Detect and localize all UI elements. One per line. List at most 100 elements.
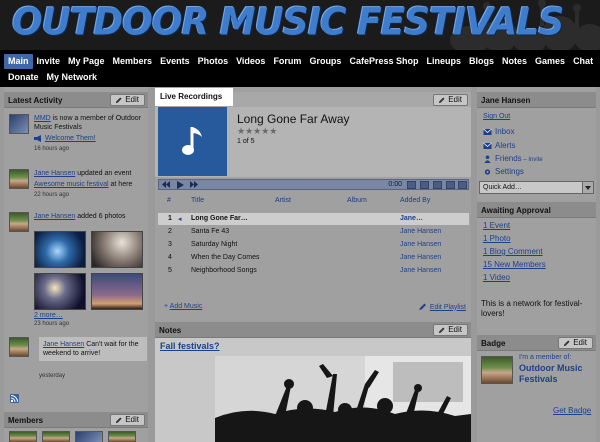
more-photos-link[interactable]: 2 more… — [34, 312, 63, 319]
members-edit-button[interactable]: Edit — [110, 414, 145, 426]
track-added-by[interactable]: Jane Hansen — [400, 267, 441, 274]
nav-item-forum[interactable]: Forum — [269, 54, 305, 69]
alerts-link[interactable]: Alerts — [495, 141, 515, 150]
edit-label: Edit — [125, 415, 139, 424]
volume-up-icon[interactable] — [420, 181, 429, 189]
photo-thumbnail[interactable] — [91, 273, 143, 310]
latest-activity-edit-button[interactable]: Edit — [110, 94, 145, 106]
play-icon[interactable] — [176, 180, 184, 189]
badge-title: Badge — [481, 339, 506, 348]
member-avatar[interactable] — [9, 431, 37, 442]
event-suffix: at here — [108, 181, 133, 188]
nav-item-groups[interactable]: Groups — [305, 54, 345, 69]
player-controls: 0:00 — [158, 179, 469, 190]
activity-actor-link[interactable]: Jane Hansen — [34, 170, 75, 177]
nav-item-main[interactable]: Main — [4, 54, 33, 69]
nav-item-lineups[interactable]: Lineups — [422, 54, 465, 69]
track-added-by[interactable]: Jane Hansen — [400, 254, 441, 261]
sign-out-link[interactable]: Sign Out — [483, 113, 510, 120]
activity-actor-link[interactable]: MMD — [34, 115, 51, 122]
approval-blog-comment-link[interactable]: 1 Blog Comment — [483, 247, 543, 256]
photo-thumbnail[interactable] — [91, 231, 143, 268]
chevron-down-icon — [582, 182, 593, 193]
activity-description: is now a member of Outdoor Music Festiva… — [34, 115, 141, 131]
inbox-link[interactable]: Inbox — [495, 127, 515, 136]
activity-actor-link[interactable]: Jane Hansen — [34, 213, 75, 220]
volume-down-icon[interactable] — [407, 181, 416, 189]
track-title: Long Gone Far… — [191, 215, 248, 222]
settings-link[interactable]: Settings — [495, 167, 524, 176]
track-added-by[interactable]: Jane… — [400, 215, 423, 222]
activity-actor-link[interactable]: Jane Hansen — [43, 341, 84, 348]
nav-item-cafepress-shop[interactable]: CafePress Shop — [345, 54, 422, 69]
next-track-icon[interactable] — [190, 181, 198, 189]
col-artist[interactable]: Artist — [275, 197, 291, 204]
nav-item-videos[interactable]: Videos — [232, 54, 269, 69]
nav-item-blogs[interactable]: Blogs — [465, 54, 498, 69]
nav-item-invite[interactable]: Invite — [33, 54, 65, 69]
playlist-row[interactable]: 1 ◂ Long Gone Far… Jane… — [158, 213, 469, 225]
avatar[interactable] — [9, 114, 29, 134]
photo-grid — [34, 231, 146, 310]
rating-stars[interactable]: ★★★★★ — [237, 126, 277, 137]
quick-add-select[interactable]: Quick Add… — [479, 181, 594, 194]
avatar[interactable] — [9, 169, 29, 189]
nav-item-donate[interactable]: Donate — [4, 70, 43, 85]
col-number[interactable]: # — [167, 197, 171, 204]
nav-item-my-page[interactable]: My Page — [64, 54, 109, 69]
playlist-row[interactable]: 3 Saturday Night Jane Hansen — [158, 239, 469, 251]
edit-label: Edit — [125, 95, 139, 104]
playlist-row[interactable]: 2 Santa Fe 43 Jane Hansen — [158, 226, 469, 238]
photo-thumbnail[interactable] — [34, 273, 86, 310]
speaker-icon: ◂ — [178, 216, 182, 223]
approval-photo-link[interactable]: 1 Photo — [483, 234, 511, 243]
network-badge[interactable]: I'm a member of: Outdoor Music Festivals — [481, 354, 593, 394]
friends-link[interactable]: Friends — [495, 154, 522, 163]
notes-edit-button[interactable]: Edit — [433, 324, 468, 336]
member-avatar[interactable] — [42, 431, 70, 442]
avatar[interactable] — [9, 337, 29, 357]
track-added-by[interactable]: Jane Hansen — [400, 228, 441, 235]
main-nav: Main Invite My Page Members Events Photo… — [0, 50, 600, 87]
approval-events-link[interactable]: 1 Event — [483, 221, 510, 230]
share-icon[interactable] — [433, 181, 442, 189]
left-column: Latest Activity Edit MMD is now a member… — [4, 87, 148, 442]
approval-members-link[interactable]: 15 New Members — [483, 260, 546, 269]
track-added-by[interactable]: Jane Hansen — [400, 241, 441, 248]
fullscreen-icon[interactable] — [458, 181, 467, 189]
live-recordings-tab[interactable]: Live Recordings — [155, 88, 233, 106]
friends-invite-link[interactable]: – Invite — [522, 157, 542, 163]
approval-video-link[interactable]: 1 Video — [483, 273, 510, 282]
music-player-edit-button[interactable]: Edit — [433, 94, 468, 106]
note-title-link[interactable]: Fall festivals? — [160, 341, 220, 351]
nav-row-primary: Main Invite My Page Members Events Photo… — [4, 54, 597, 69]
playlist-row[interactable]: 5 Neighborhood Songs Jane Hansen — [158, 265, 469, 277]
popout-icon[interactable] — [446, 181, 455, 189]
nav-item-events[interactable]: Events — [156, 54, 194, 69]
rss-icon[interactable] — [10, 394, 19, 403]
col-added-by[interactable]: Added By — [400, 197, 430, 204]
member-avatar[interactable] — [108, 431, 136, 442]
avatar[interactable] — [9, 212, 29, 232]
pencil-icon — [439, 96, 445, 103]
add-music-link[interactable]: + Add Music — [164, 303, 202, 310]
col-title[interactable]: Title — [191, 197, 204, 204]
nav-item-games[interactable]: Games — [531, 54, 569, 69]
nav-item-my-network[interactable]: My Network — [43, 70, 102, 85]
event-link[interactable]: Awesome music festival — [34, 181, 109, 188]
playlist-row[interactable]: 4 When the Day Comes Jane Hansen — [158, 252, 469, 264]
site-title[interactable]: OUTDOOR MUSIC FESTIVALS — [12, 1, 564, 44]
activity-time: yesterday — [39, 373, 66, 379]
previous-track-icon[interactable] — [162, 181, 170, 189]
col-album[interactable]: Album — [347, 197, 367, 204]
badge-edit-button[interactable]: Edit — [558, 337, 593, 349]
nav-item-members[interactable]: Members — [109, 54, 157, 69]
nav-item-notes[interactable]: Notes — [498, 54, 531, 69]
photo-thumbnail[interactable] — [34, 231, 86, 268]
welcome-them-link[interactable]: Welcome Them! — [45, 134, 96, 143]
nav-item-photos[interactable]: Photos — [194, 54, 233, 69]
edit-playlist-link[interactable]: Edit Playlist — [418, 303, 466, 311]
member-avatar[interactable] — [75, 431, 103, 442]
nav-item-chat[interactable]: Chat — [569, 54, 597, 69]
get-badge-link[interactable]: Get Badge — [553, 406, 591, 415]
